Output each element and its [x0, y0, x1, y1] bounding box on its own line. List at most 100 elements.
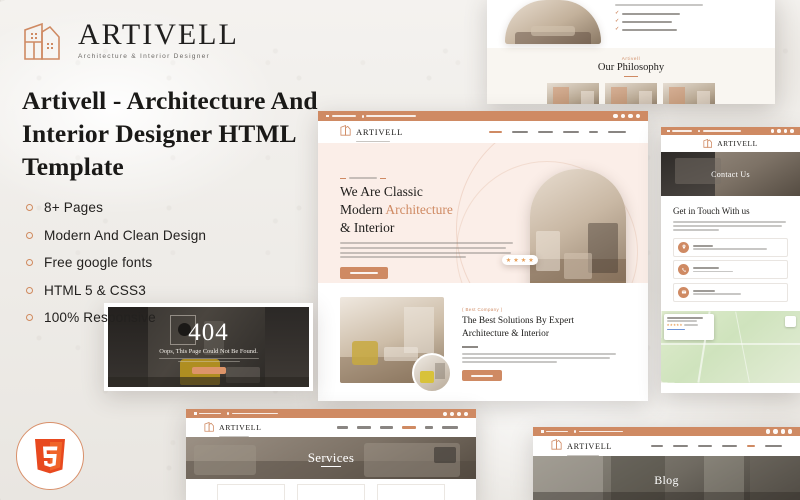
nav-item-services[interactable]	[402, 426, 416, 429]
topbar-address	[227, 412, 278, 415]
section-title-line2: Architecture & Interior	[462, 329, 549, 340]
services-page-hero: Services	[186, 437, 476, 479]
contact-card-phone[interactable]	[673, 260, 788, 280]
promo-panel: ARTIVELL Architecture & Interior Designe…	[22, 18, 352, 338]
philosophy-card[interactable]	[663, 83, 715, 104]
page-title: Contact Us	[711, 169, 750, 179]
contact-card-email[interactable]	[673, 282, 788, 302]
twitter-icon[interactable]	[620, 113, 626, 119]
about-page-mockup[interactable]: ✓ ✓ ✓ Artivell Our Philosophy	[487, 0, 775, 104]
hero-title: We Are Classic Modern Architecture & Int…	[340, 183, 520, 236]
facebook-icon[interactable]	[613, 113, 618, 119]
nav-brand-logo[interactable]: ARTIVELL	[551, 436, 612, 457]
blog-page-mockup[interactable]: ARTIVELL Blog	[533, 427, 800, 500]
contact-card-value	[693, 270, 733, 273]
linkedin-icon[interactable]	[635, 113, 640, 119]
contact-card-location[interactable]	[673, 237, 788, 257]
nav-item-about-us[interactable]	[512, 130, 528, 134]
read-more-button[interactable]	[462, 370, 502, 382]
linkedin-icon[interactable]	[464, 411, 468, 416]
star-rating: ★★★★★	[666, 323, 683, 328]
nav-item-services[interactable]	[563, 130, 579, 134]
topbar-email[interactable]	[667, 130, 693, 132]
nav-item-blog[interactable]	[589, 130, 598, 134]
nav-links[interactable]	[337, 426, 458, 429]
contact-card-label	[693, 267, 719, 270]
contact-page-mockup[interactable]: ARTIVELL Contact Us Get in Touch With us	[661, 127, 800, 393]
nav-item-about-us[interactable]	[357, 426, 371, 429]
nav-item-portfolio[interactable]	[538, 130, 553, 134]
nav-brand-name: ARTIVELL	[567, 441, 613, 451]
service-card[interactable]	[297, 484, 365, 500]
nav-item-contact-us[interactable]	[765, 444, 782, 448]
building-logo-icon	[703, 135, 714, 153]
facebook-icon[interactable]	[443, 411, 447, 416]
service-card[interactable]	[377, 484, 445, 500]
list-item: HTML 5 & CSS3	[22, 283, 352, 298]
facebook-icon[interactable]	[766, 429, 771, 434]
topbar-email[interactable]	[194, 412, 222, 415]
nav-brand-logo[interactable]: ARTIVELL	[204, 417, 261, 438]
page-title: Services	[307, 450, 355, 465]
contact-card-label	[693, 244, 713, 247]
nav-item-blog[interactable]	[747, 444, 755, 448]
nav-item-home[interactable]	[489, 130, 502, 134]
feature-list: 8+ Pages Modern And Clean Design Free go…	[22, 200, 352, 325]
linkedin-icon[interactable]	[790, 129, 794, 133]
topbar-address	[698, 129, 741, 133]
nav-item-blog[interactable]	[425, 426, 433, 429]
twitter-icon[interactable]	[777, 129, 781, 133]
contact-card-value	[693, 293, 741, 295]
nav-item-portfolio[interactable]	[698, 444, 712, 448]
nav-item-contact-us[interactable]	[608, 130, 626, 134]
star-icon	[506, 257, 511, 263]
bullet-icon	[26, 314, 33, 322]
social-links[interactable]	[613, 113, 640, 119]
directions-button[interactable]	[785, 316, 796, 328]
best-solutions-section: ( Best Company ) The Best Solutions By E…	[318, 283, 648, 401]
social-links[interactable]	[770, 129, 794, 133]
nav-item-portfolio[interactable]	[380, 426, 393, 429]
envelope-icon	[194, 412, 197, 415]
nav-item-home[interactable]	[337, 426, 348, 429]
twitter-icon[interactable]	[773, 429, 778, 434]
nav-brand-logo[interactable]: ARTIVELL	[703, 133, 757, 154]
contact-card-label	[693, 289, 715, 292]
bullet-icon	[26, 259, 33, 267]
instagram-icon[interactable]	[783, 129, 788, 133]
services-page-mockup[interactable]: ARTIVELL Services	[186, 409, 476, 500]
view-larger-map-link[interactable]	[666, 329, 685, 331]
social-links[interactable]	[766, 429, 792, 434]
facebook-icon[interactable]	[770, 129, 775, 133]
social-links[interactable]	[443, 411, 468, 416]
section-body	[673, 221, 788, 231]
nav-item-contact-us[interactable]	[442, 426, 458, 429]
rating-badge	[502, 255, 538, 265]
philosophy-card[interactable]	[547, 83, 599, 104]
instagram-icon[interactable]	[457, 411, 461, 416]
nav-links[interactable]	[651, 444, 782, 448]
philosophy-card[interactable]	[605, 83, 657, 104]
home-page-mockup[interactable]: ARTIVELL We Are Classic Modern Architect…	[318, 111, 648, 401]
solutions-circle-image	[412, 353, 452, 393]
list-item: ✓	[615, 19, 757, 24]
page-title: Artivell - Architecture And Interior Des…	[22, 86, 318, 182]
twitter-icon[interactable]	[450, 411, 454, 416]
instagram-icon[interactable]	[628, 113, 633, 119]
map-embed[interactable]: ★★★★★	[661, 311, 800, 384]
map-card-reviews	[683, 324, 698, 326]
envelope-icon	[678, 286, 689, 298]
nav-item-services[interactable]	[722, 444, 737, 448]
nav-item-about-us[interactable]	[673, 444, 688, 448]
topbar-email[interactable]	[541, 430, 569, 433]
nav-item-home[interactable]	[651, 444, 663, 448]
nav-links[interactable]	[489, 130, 626, 134]
map-pin-icon	[678, 241, 689, 253]
hero-copy: We Are Classic Modern Architecture & Int…	[340, 165, 520, 283]
back-to-home-button[interactable]	[191, 367, 226, 375]
map-pin-icon	[574, 430, 577, 433]
instagram-icon[interactable]	[780, 429, 785, 434]
list-item: 8+ Pages	[22, 200, 352, 215]
linkedin-icon[interactable]	[787, 429, 792, 434]
service-card[interactable]	[217, 484, 285, 500]
